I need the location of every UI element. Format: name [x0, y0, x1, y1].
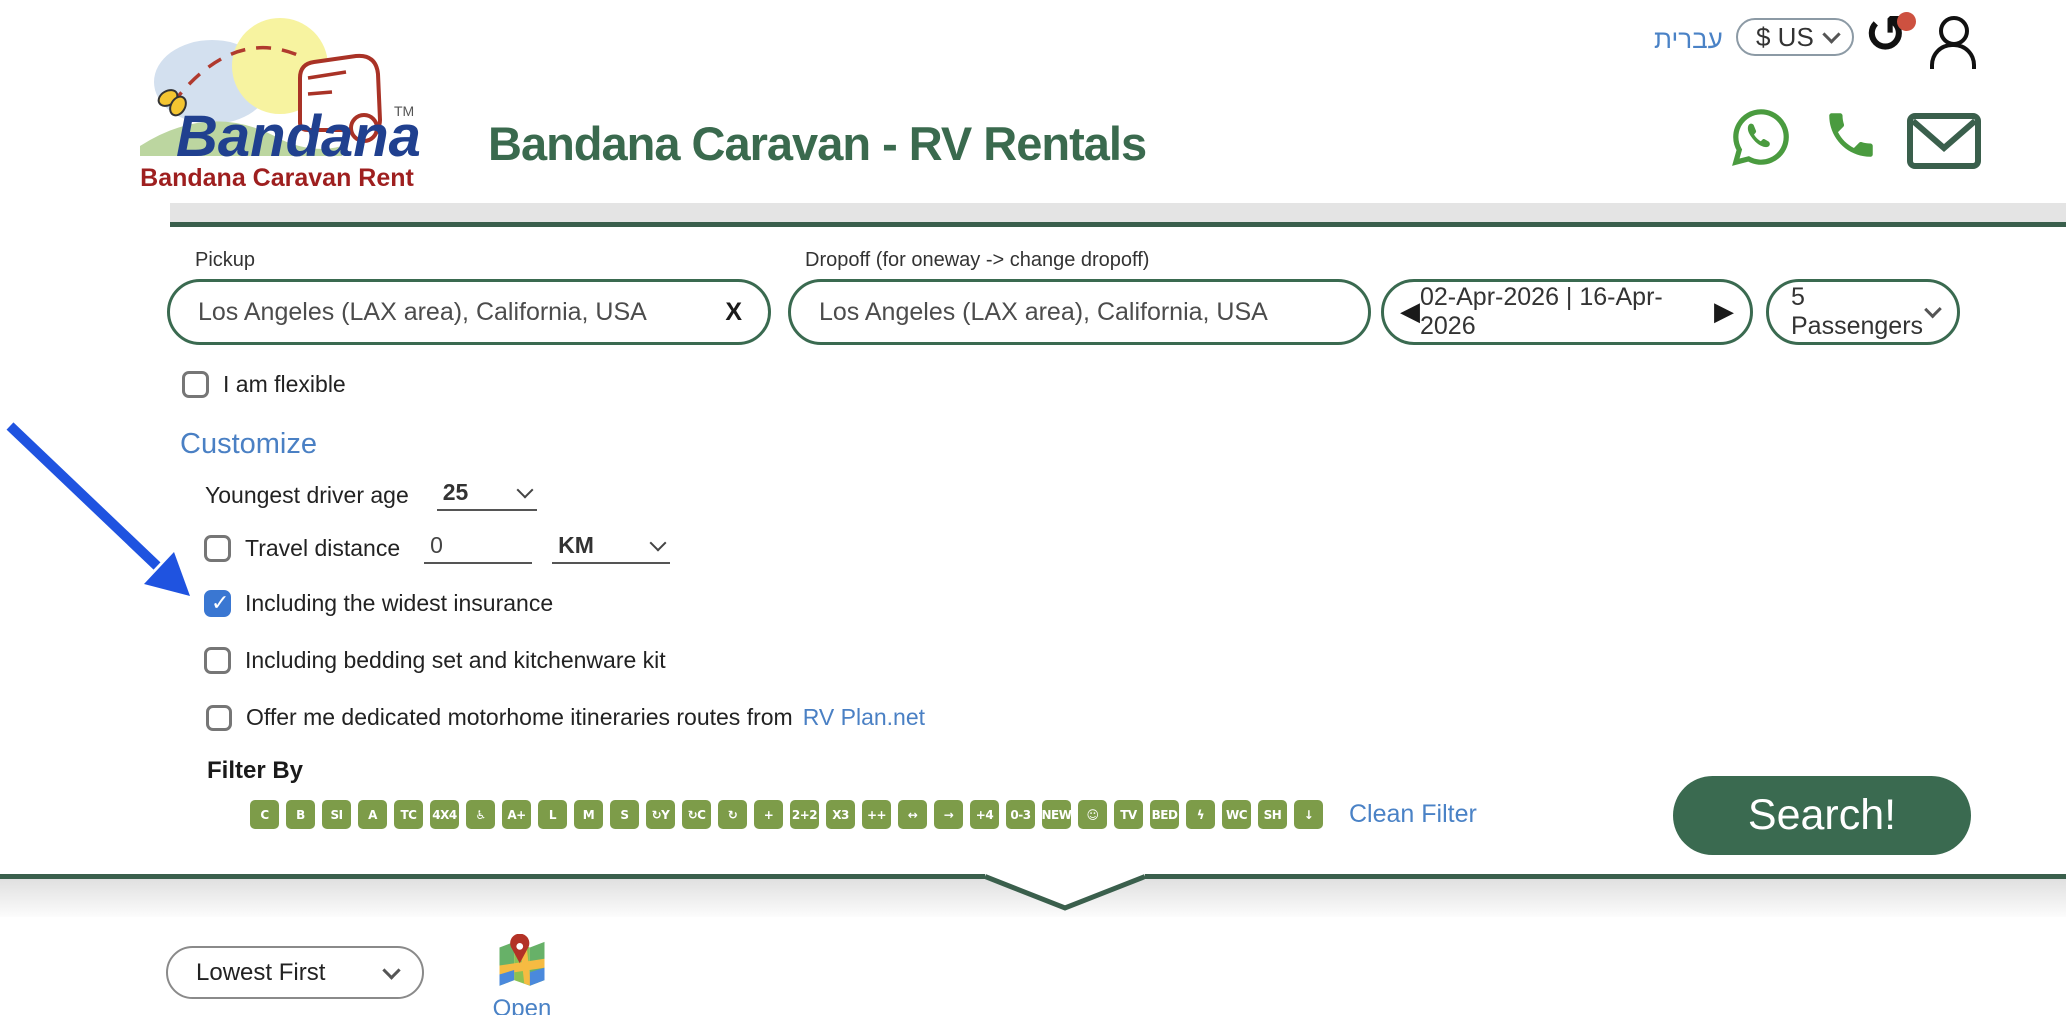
- chevron-down-icon: [1822, 25, 1840, 43]
- sort-select[interactable]: Lowest First: [166, 946, 424, 999]
- class-a-tow-filter-icon[interactable]: A+: [502, 800, 531, 829]
- divider-notch-icon: [985, 874, 1145, 912]
- page: Bandana TM Bandana Caravan Rent Bandana …: [0, 0, 2066, 1015]
- driver-plus-filter-icon[interactable]: +: [754, 800, 783, 829]
- itineraries-checkbox[interactable]: [206, 705, 232, 731]
- open-map-button[interactable]: Open Map: [470, 934, 574, 1015]
- travel-distance-checkbox[interactable]: [204, 535, 231, 562]
- class-si-filter-icon[interactable]: SI: [322, 800, 351, 829]
- wheelchair-filter-icon[interactable]: ♿: [466, 800, 495, 829]
- insurance-row: Including the widest insurance: [204, 590, 553, 617]
- filter-by-label: Filter By: [207, 757, 303, 785]
- new-rv-filter-icon[interactable]: NEW: [1042, 800, 1071, 829]
- family-filter-icon[interactable]: ☺: [1078, 800, 1107, 829]
- pickup-label: Pickup: [195, 249, 255, 272]
- wc-filter-icon[interactable]: WC: [1222, 800, 1251, 829]
- itineraries-label: Offer me dedicated motorhome itineraries…: [246, 704, 793, 731]
- person-body: [1930, 43, 1976, 69]
- person-head: [1939, 16, 1969, 46]
- clean-filter-link[interactable]: Clean Filter: [1349, 800, 1477, 829]
- truck-camper-filter-icon[interactable]: TC: [394, 800, 423, 829]
- pickup-clear-button[interactable]: X: [725, 298, 768, 327]
- chevron-down-icon: [382, 961, 400, 979]
- itineraries-row: Offer me dedicated motorhome itineraries…: [206, 704, 925, 731]
- language-link[interactable]: עברית: [1654, 24, 1723, 55]
- sort-value: Lowest First: [196, 959, 325, 987]
- driver-age-row: Youngest driver age 25: [205, 479, 537, 511]
- passengers-select[interactable]: 5 Passengers: [1766, 279, 1960, 345]
- four-by-four-filter-icon[interactable]: 4X4: [430, 800, 459, 829]
- class-b-filter-icon[interactable]: B: [286, 800, 315, 829]
- header-divider-band: [170, 203, 2066, 222]
- driver-age-label: Youngest driver age: [205, 482, 409, 509]
- email-icon[interactable]: [1906, 112, 1982, 175]
- date-next-icon[interactable]: ▶: [1714, 297, 1734, 327]
- family-plus-filter-icon[interactable]: ++: [862, 800, 891, 829]
- chevron-down-icon: [516, 482, 533, 499]
- insurance-label: Including the widest insurance: [245, 590, 553, 617]
- travel-distance-label: Travel distance: [245, 535, 400, 562]
- date-range-picker[interactable]: ◀ 02-Apr-2026 | 16-Apr-2026 ▶: [1381, 279, 1753, 345]
- shower-filter-icon[interactable]: SH: [1258, 800, 1287, 829]
- flexible-row: I am flexible: [182, 371, 346, 398]
- logo-tagline: Bandana Caravan Rent: [132, 164, 422, 193]
- seats-2plus2-filter-icon[interactable]: 2+2: [790, 800, 819, 829]
- rotate-c-filter-icon[interactable]: ↻C: [682, 800, 711, 829]
- oneway-filter-icon[interactable]: →: [934, 800, 963, 829]
- width-filter-icon[interactable]: ↔: [898, 800, 927, 829]
- currency-select[interactable]: $ US: [1736, 18, 1854, 56]
- logo-wordmark: Bandana: [176, 104, 421, 164]
- bedding-checkbox[interactable]: [204, 647, 231, 674]
- date-range-value: 02-Apr-2026 | 16-Apr-2026: [1420, 283, 1714, 341]
- bed-filter-icon[interactable]: BED: [1150, 800, 1179, 829]
- phone-icon[interactable]: [1822, 106, 1880, 169]
- class-a-filter-icon[interactable]: A: [358, 800, 387, 829]
- bedding-label: Including bedding set and kitchenware ki…: [245, 647, 666, 674]
- customize-link[interactable]: Customize: [180, 428, 317, 461]
- currency-value: $ US: [1756, 22, 1814, 53]
- dropoff-input[interactable]: Los Angeles (LAX area), California, USA: [788, 279, 1371, 345]
- map-icon: [495, 934, 549, 988]
- class-c-filter-icon[interactable]: C: [250, 800, 279, 829]
- travel-distance-row: Travel distance 0 KM: [204, 532, 670, 564]
- size-medium-filter-icon[interactable]: M: [574, 800, 603, 829]
- dropoff-value: Los Angeles (LAX area), California, USA: [791, 298, 1368, 327]
- filter-icons: CBSIATC4X4♿A+LMS↻Y↻C↻+2+2X3++↔→+40-3NEW☺…: [250, 800, 1323, 829]
- logo-art-icon: Bandana TM: [132, 4, 422, 164]
- history-icon[interactable]: ↺: [1858, 6, 1914, 64]
- brand-logo[interactable]: Bandana TM Bandana Caravan Rent: [132, 4, 422, 200]
- travel-distance-input[interactable]: 0: [424, 532, 532, 564]
- power-filter-icon[interactable]: ϟ: [1186, 800, 1215, 829]
- flexible-label: I am flexible: [223, 371, 346, 398]
- ages-0-3-filter-icon[interactable]: 0-3: [1006, 800, 1035, 829]
- flexible-checkbox[interactable]: [182, 371, 209, 398]
- pickup-value: Los Angeles (LAX area), California, USA: [170, 298, 725, 327]
- tv-filter-icon[interactable]: TV: [1114, 800, 1143, 829]
- driver-age-select[interactable]: 25: [437, 479, 537, 511]
- notification-dot: [1897, 12, 1916, 31]
- seats-x3-filter-icon[interactable]: X3: [826, 800, 855, 829]
- account-icon[interactable]: [1928, 16, 1978, 68]
- page-title: Bandana Caravan - RV Rentals: [488, 116, 1146, 171]
- rotate-filter-icon[interactable]: ↻: [718, 800, 747, 829]
- rv-load-filter-icon[interactable]: ↓: [1294, 800, 1323, 829]
- rv-plan-link[interactable]: RV Plan.net: [803, 704, 925, 731]
- search-button[interactable]: Search!: [1673, 776, 1971, 855]
- bedding-row: Including bedding set and kitchenware ki…: [204, 647, 666, 674]
- distance-unit-select[interactable]: KM: [552, 532, 670, 564]
- logo-trademark: TM: [394, 103, 414, 119]
- whatsapp-icon[interactable]: [1730, 106, 1792, 173]
- passengers-value: 5 Passengers: [1791, 283, 1927, 341]
- header-divider-line: [170, 222, 2066, 227]
- size-small-filter-icon[interactable]: S: [610, 800, 639, 829]
- chevron-down-icon: [650, 535, 667, 552]
- rotate-y-filter-icon[interactable]: ↻Y: [646, 800, 675, 829]
- pickup-input[interactable]: Los Angeles (LAX area), California, USA …: [167, 279, 771, 345]
- date-prev-icon[interactable]: ◀: [1400, 297, 1420, 327]
- size-large-filter-icon[interactable]: L: [538, 800, 567, 829]
- insurance-checkbox[interactable]: [204, 590, 231, 617]
- dropoff-label: Dropoff (for oneway -> change dropoff): [805, 249, 1149, 272]
- plus-4-filter-icon[interactable]: +4: [970, 800, 999, 829]
- open-map-label: Open Map: [470, 995, 574, 1015]
